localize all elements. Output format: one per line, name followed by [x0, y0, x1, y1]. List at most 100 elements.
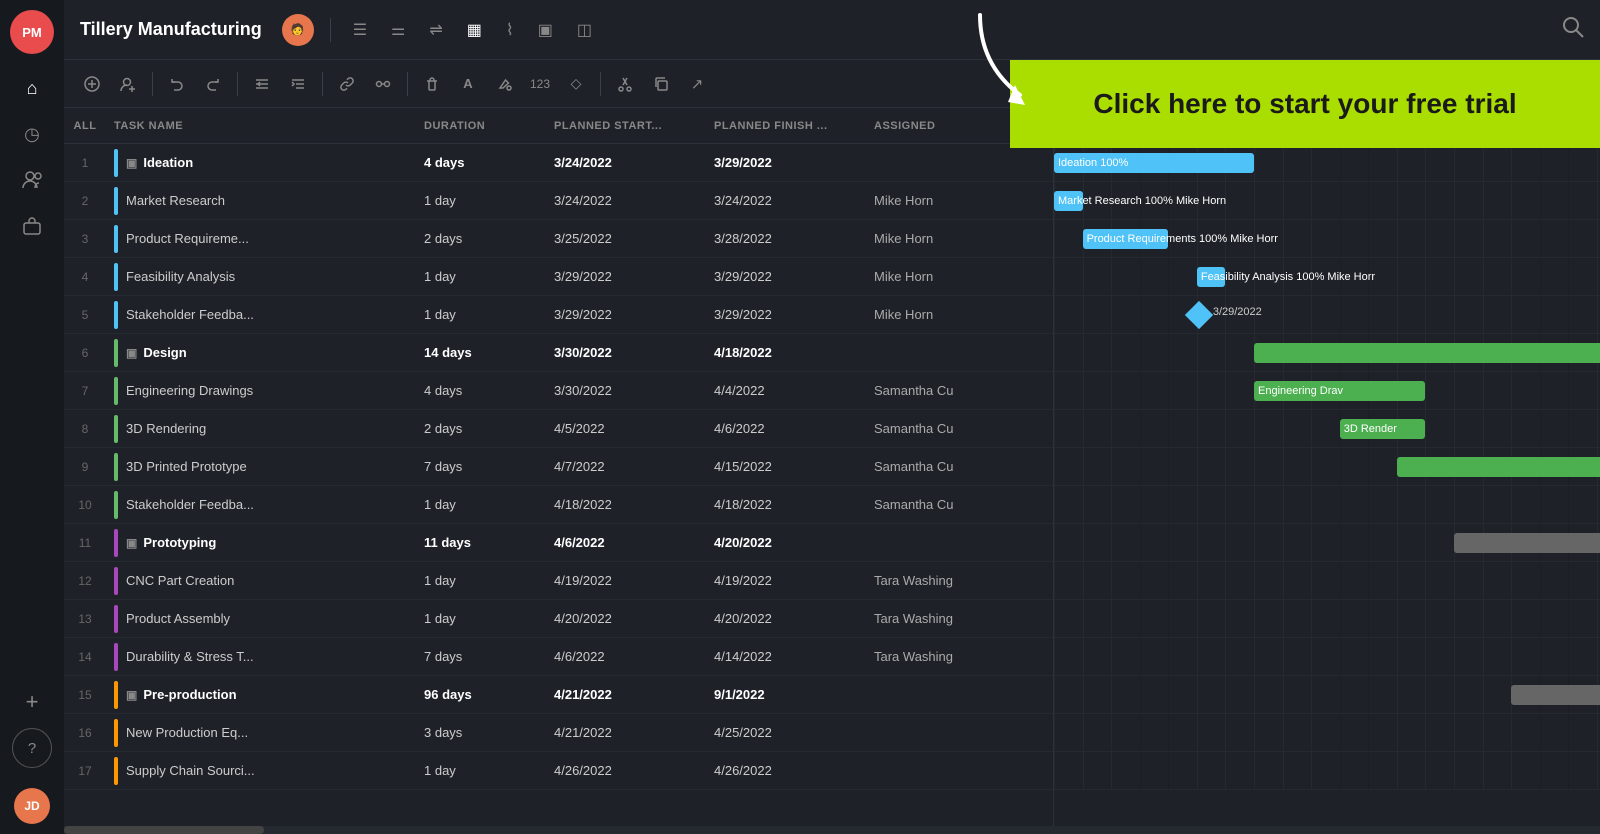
- table-row[interactable]: 15 ▣ Pre-production 96 days 4/21/2022 9/…: [64, 676, 1053, 714]
- paint-bucket-button[interactable]: [488, 68, 520, 100]
- gantt-bar: Product Requirements 100% Mike Horr: [1083, 229, 1169, 249]
- delete-button[interactable]: [416, 68, 448, 100]
- row-number: 15: [64, 688, 106, 702]
- view-chart-icon[interactable]: ⌇: [500, 16, 520, 44]
- row-start: 3/24/2022: [546, 155, 706, 170]
- color-indicator: [114, 225, 118, 253]
- table-row[interactable]: 2 Market Research 1 day 3/24/2022 3/24/2…: [64, 182, 1053, 220]
- task-name-text: Prototyping: [143, 535, 216, 550]
- sidebar-item-home[interactable]: ⌂: [12, 68, 52, 108]
- row-duration: 1 day: [416, 497, 546, 512]
- table-row[interactable]: 4 Feasibility Analysis 1 day 3/29/2022 3…: [64, 258, 1053, 296]
- indent-right-button[interactable]: [282, 68, 314, 100]
- app-logo: PM: [10, 10, 54, 54]
- task-name-text: Engineering Drawings: [126, 383, 253, 398]
- add-user-button[interactable]: [112, 68, 144, 100]
- user-avatar[interactable]: JD: [14, 788, 50, 824]
- gantt-bar: [1254, 343, 1600, 363]
- row-number: 16: [64, 726, 106, 740]
- search-icon[interactable]: [1562, 16, 1584, 44]
- row-duration: 4 days: [416, 383, 546, 398]
- cut-button[interactable]: [609, 68, 641, 100]
- gantt-row: Ideation 100%: [1054, 144, 1600, 182]
- group-collapse-icon[interactable]: ▣: [126, 346, 137, 360]
- sidebar-item-briefcase[interactable]: [12, 206, 52, 246]
- color-indicator: [114, 377, 118, 405]
- table-row[interactable]: 12 CNC Part Creation 1 day 4/19/2022 4/1…: [64, 562, 1053, 600]
- table-row[interactable]: 14 Durability & Stress T... 7 days 4/6/2…: [64, 638, 1053, 676]
- scrollbar-thumb[interactable]: [64, 826, 264, 834]
- table-row[interactable]: 16 New Production Eq... 3 days 4/21/2022…: [64, 714, 1053, 752]
- row-start: 3/29/2022: [546, 307, 706, 322]
- view-gantt-icon[interactable]: ▦: [461, 16, 488, 44]
- cta-banner[interactable]: Click here to start your free trial: [1010, 60, 1600, 148]
- diamond-button[interactable]: ◇: [560, 68, 592, 100]
- row-duration: 1 day: [416, 193, 546, 208]
- gantt-row: [1054, 448, 1600, 486]
- view-columns-icon[interactable]: ⚌: [385, 16, 411, 44]
- table-row[interactable]: 7 Engineering Drawings 4 days 3/30/2022 …: [64, 372, 1053, 410]
- row-start: 4/19/2022: [546, 573, 706, 588]
- redo-button[interactable]: [197, 68, 229, 100]
- table-row[interactable]: 3 Product Requireme... 2 days 3/25/2022 …: [64, 220, 1053, 258]
- text-format-button[interactable]: A: [452, 68, 484, 100]
- sidebar-item-add[interactable]: +: [12, 682, 52, 722]
- task-name-text: Market Research: [126, 193, 225, 208]
- task-name-text: 3D Rendering: [126, 421, 206, 436]
- dependency-button[interactable]: [367, 68, 399, 100]
- row-number: 3: [64, 232, 106, 246]
- color-indicator: [114, 453, 118, 481]
- view-calendar-icon[interactable]: ▣: [532, 16, 559, 44]
- group-collapse-icon[interactable]: ▣: [126, 156, 137, 170]
- view-file-icon[interactable]: ◫: [571, 16, 598, 44]
- col-header-task-name: TASK NAME: [106, 120, 416, 132]
- table-row[interactable]: 8 3D Rendering 2 days 4/5/2022 4/6/2022 …: [64, 410, 1053, 448]
- task-name-text: 3D Printed Prototype: [126, 459, 247, 474]
- row-task-name: Engineering Drawings: [106, 377, 416, 405]
- task-name-text: Design: [143, 345, 186, 360]
- sidebar-item-people[interactable]: [12, 160, 52, 200]
- sidebar-item-clock[interactable]: ◷: [12, 114, 52, 154]
- row-task-name: Supply Chain Sourci...: [106, 757, 416, 785]
- row-number: 6: [64, 346, 106, 360]
- table-row[interactable]: 9 3D Printed Prototype 7 days 4/7/2022 4…: [64, 448, 1053, 486]
- table-row[interactable]: 1 ▣ Ideation 4 days 3/24/2022 3/29/2022: [64, 144, 1053, 182]
- table-row[interactable]: 13 Product Assembly 1 day 4/20/2022 4/20…: [64, 600, 1053, 638]
- gantt-bar-label: 3D Render: [1344, 423, 1397, 435]
- view-list-icon[interactable]: ☰: [347, 16, 373, 44]
- row-duration: 2 days: [416, 231, 546, 246]
- link-button[interactable]: [331, 68, 363, 100]
- group-collapse-icon[interactable]: ▣: [126, 536, 137, 550]
- color-indicator: [114, 605, 118, 633]
- horizontal-scrollbar[interactable]: [64, 826, 1600, 834]
- row-finish: 4/19/2022: [706, 573, 866, 588]
- table-row[interactable]: 6 ▣ Design 14 days 3/30/2022 4/18/2022: [64, 334, 1053, 372]
- table-row[interactable]: 17 Supply Chain Sourci... 1 day 4/26/202…: [64, 752, 1053, 790]
- table-row[interactable]: 5 Stakeholder Feedba... 1 day 3/29/2022 …: [64, 296, 1053, 334]
- number-format-button[interactable]: 123: [524, 68, 556, 100]
- row-duration: 1 day: [416, 269, 546, 284]
- undo-button[interactable]: [161, 68, 193, 100]
- view-split-icon[interactable]: ⇌: [423, 16, 448, 44]
- task-name-text: Durability & Stress T...: [126, 649, 254, 664]
- sidebar-item-help[interactable]: ?: [12, 728, 52, 768]
- group-collapse-icon[interactable]: ▣: [126, 688, 137, 702]
- gantt-row: [1054, 524, 1600, 562]
- gantt-bar-label: Product Requirements 100% Mike Horr: [1087, 233, 1278, 245]
- topbar-right: [1562, 16, 1584, 44]
- gantt-row: [1054, 752, 1600, 790]
- main-content: ALL TASK NAME DURATION PLANNED START... …: [64, 108, 1600, 834]
- toolbar-sep-5: [600, 72, 601, 96]
- paste-button[interactable]: ↗: [681, 68, 713, 100]
- table-row[interactable]: 11 ▣ Prototyping 11 days 4/6/2022 4/20/2…: [64, 524, 1053, 562]
- row-number: 1: [64, 156, 106, 170]
- add-task-button[interactable]: [76, 68, 108, 100]
- task-name-text: Stakeholder Feedba...: [126, 497, 254, 512]
- indent-left-button[interactable]: [246, 68, 278, 100]
- row-task-name: Product Requireme...: [106, 225, 416, 253]
- copy-button[interactable]: [645, 68, 677, 100]
- briefcase-icon: [22, 217, 42, 235]
- gantt-row: Market Research 100% Mike Horn: [1054, 182, 1600, 220]
- table-row[interactable]: 10 Stakeholder Feedba... 1 day 4/18/2022…: [64, 486, 1053, 524]
- gantt-row: [1054, 562, 1600, 600]
